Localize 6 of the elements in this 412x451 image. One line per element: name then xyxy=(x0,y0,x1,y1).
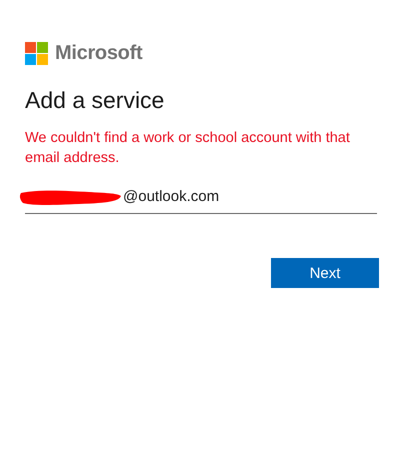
page-title: Add a service xyxy=(25,87,166,114)
logo-icon xyxy=(25,42,48,65)
next-button[interactable]: Next xyxy=(271,258,379,288)
brand-name: Microsoft xyxy=(55,42,142,65)
error-message: We couldn't find a work or school account with that email address. xyxy=(25,129,351,168)
email-field[interactable]: @outlook.com xyxy=(25,182,377,214)
